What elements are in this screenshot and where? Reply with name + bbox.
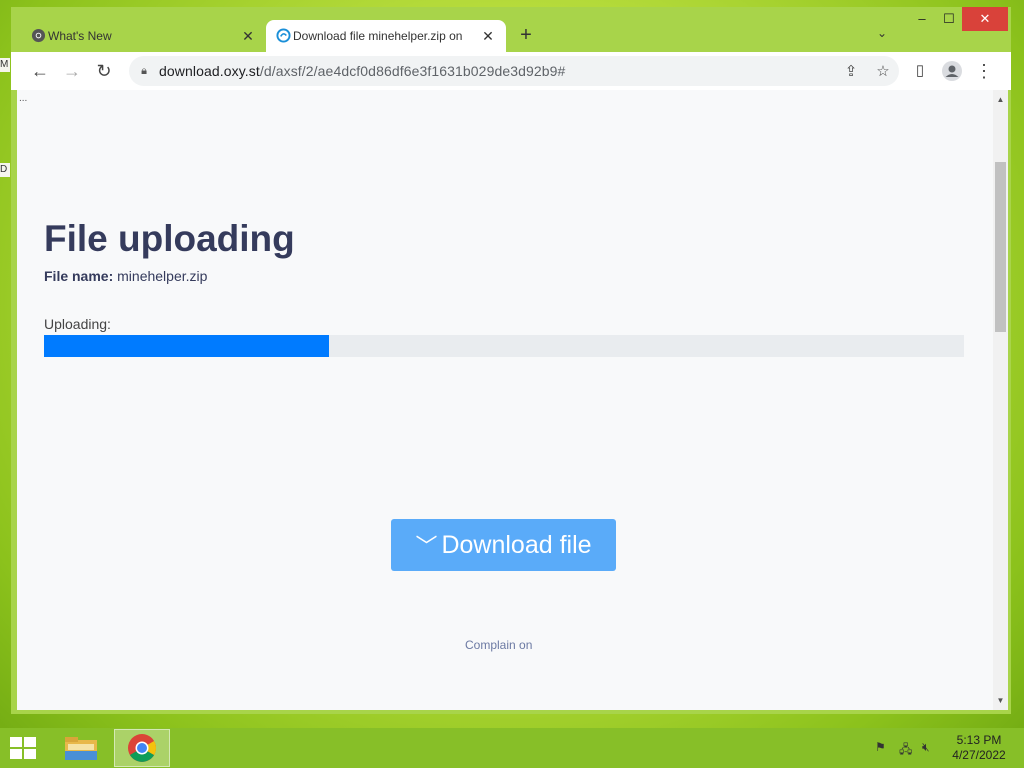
back-arrow-icon[interactable]: ←: [27, 58, 53, 84]
tab-download-file[interactable]: Download file minehelper.zip on ✕: [266, 20, 506, 52]
start-windows-icon[interactable]: [10, 737, 38, 761]
scroll-thumb[interactable]: [995, 162, 1006, 332]
reload-icon[interactable]: ↻: [91, 58, 117, 84]
address-bar[interactable]: 🔒︎ download.oxy.st/d/axsf/2/ae4dcf0d86df…: [129, 56, 899, 86]
share-icon[interactable]: ⇪: [835, 62, 867, 80]
file-name-line: File name: minehelper.zip: [44, 268, 207, 284]
tab-search-chevron-icon[interactable]: ⌄: [877, 26, 887, 40]
forward-arrow-icon[interactable]: →: [59, 58, 85, 84]
clock-time: 5:13 PM: [956, 733, 1002, 747]
toolbar: ← → ↻ 🔒︎ download.oxy.st/d/axsf/2/ae4dcf…: [11, 52, 1011, 90]
side-panel-icon[interactable]: ▯: [907, 58, 933, 84]
tab-whats-new[interactable]: What's New ✕: [21, 20, 266, 52]
title-bar: What's New ✕ Download file minehelper.zi…: [11, 7, 1011, 52]
profile-avatar-icon[interactable]: [939, 58, 965, 84]
action-center-flag-icon[interactable]: ⚑: [875, 740, 886, 754]
lock-icon[interactable]: 🔒︎: [129, 65, 159, 78]
scroll-up-arrow-icon[interactable]: ▲: [993, 92, 1008, 107]
file-explorer-icon[interactable]: [53, 729, 109, 767]
bookmark-star-icon[interactable]: ☆: [867, 62, 899, 80]
close-tab-icon[interactable]: ✕: [240, 28, 256, 45]
volume-muted-icon[interactable]: 🔇︎: [922, 740, 930, 755]
double-chevron-down-icon: ﹀: [415, 534, 437, 559]
ellipsis-text: ...: [19, 93, 28, 104]
chrome-taskbar-icon[interactable]: [114, 729, 170, 767]
tab-label: What's New: [48, 29, 112, 43]
close-window-button[interactable]: ✕: [962, 7, 1008, 31]
page-title: File uploading: [44, 218, 295, 259]
page-viewport: ... File uploading File name: minehelper…: [17, 90, 993, 710]
page-scrollbar[interactable]: ▲ ▼: [993, 90, 1008, 710]
chrome-icon: [31, 28, 46, 43]
tab-label: Download file minehelper.zip on: [293, 29, 463, 43]
uploading-label: Uploading:: [44, 316, 111, 332]
menu-kebab-icon[interactable]: ⋮: [971, 58, 997, 84]
clock-date: 4/27/2022: [952, 748, 1006, 762]
maximize-button[interactable]: ☐: [936, 7, 962, 31]
close-tab-icon[interactable]: ✕: [480, 28, 496, 45]
complain-link[interactable]: Complain on: [465, 638, 532, 652]
new-tab-button[interactable]: +: [516, 24, 536, 46]
browser-window: What's New ✕ Download file minehelper.zi…: [11, 7, 1011, 714]
download-button-label: Download file: [441, 530, 592, 559]
desktop-icon-fragment[interactable]: M: [0, 58, 10, 72]
file-name-value: minehelper.zip: [117, 268, 208, 284]
system-clock[interactable]: 5:13 PM 4/27/2022: [944, 733, 1014, 763]
minimize-button[interactable]: –: [909, 7, 935, 31]
desktop-icon-fragment[interactable]: D: [0, 163, 10, 177]
file-name-label: File name:: [44, 268, 114, 284]
network-icon[interactable]: 🖧︎: [899, 740, 912, 761]
oxy-icon: [276, 28, 291, 43]
taskbar: ⚑ 🖧︎ 🔇︎ 5:13 PM 4/27/2022: [0, 728, 1024, 768]
download-file-button[interactable]: ﹀ Download file: [391, 519, 616, 571]
scroll-down-arrow-icon[interactable]: ▼: [993, 693, 1008, 708]
upload-progress-bar: [44, 335, 964, 357]
upload-progress-fill: [44, 335, 330, 357]
url-text[interactable]: download.oxy.st/d/axsf/2/ae4dcf0d86df6e3…: [159, 63, 835, 79]
